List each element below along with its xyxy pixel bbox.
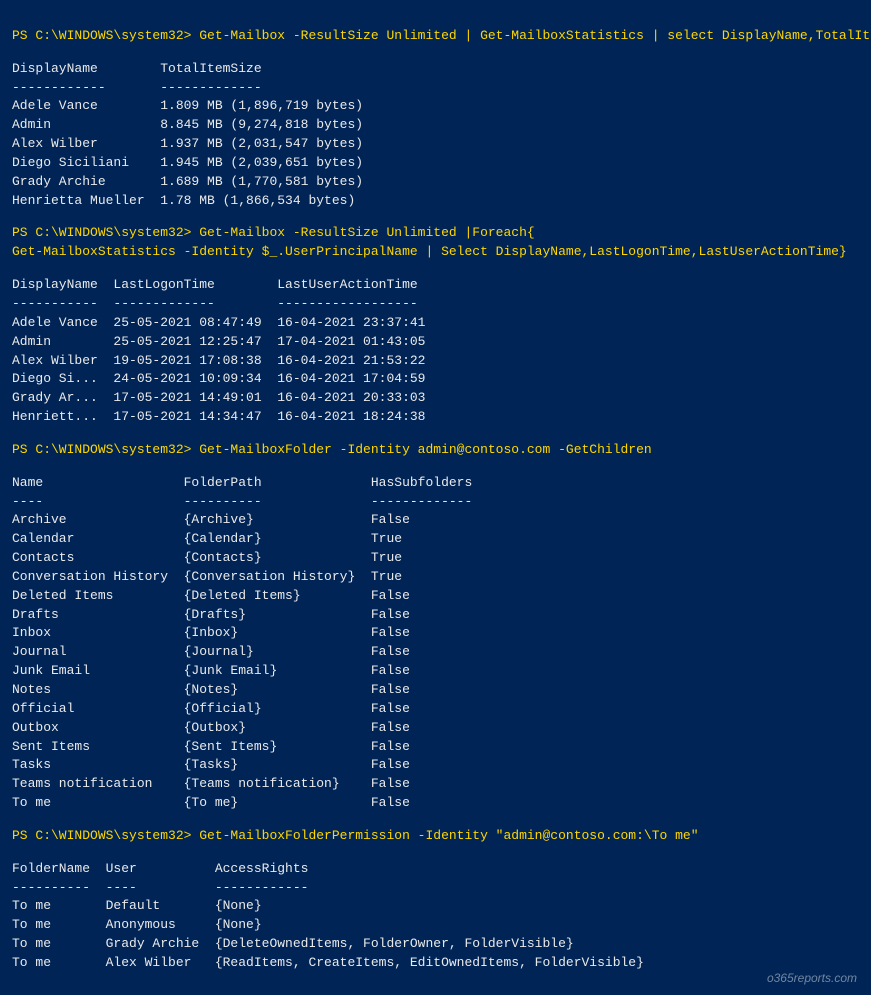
command-line-4: PS C:\WINDOWS\system32> Get-MailboxFolde… (12, 827, 859, 846)
table-row: To me {To me} False (12, 794, 859, 813)
table-row: Drafts {Drafts} False (12, 606, 859, 625)
table-header-3: Name FolderPath HasSubfolders (12, 474, 859, 493)
spacer (12, 846, 859, 860)
table-separator-1: ------------ ------------- (12, 79, 859, 98)
table-row: Diego Si... 24-05-2021 10:09:34 16-04-20… (12, 370, 859, 389)
spacer (12, 973, 859, 987)
table-separator-4: ---------- ---- ------------ (12, 879, 859, 898)
table-row: Sent Items {Sent Items} False (12, 738, 859, 757)
table-row: Adele Vance 1.809 MB (1,896,719 bytes) (12, 97, 859, 116)
table-row: Journal {Journal} False (12, 643, 859, 662)
table-row: Official {Official} False (12, 700, 859, 719)
spacer (12, 210, 859, 224)
table-row: Admin 25-05-2021 12:25:47 17-04-2021 01:… (12, 333, 859, 352)
table-header-4: FolderName User AccessRights (12, 860, 859, 879)
spacer (12, 262, 859, 276)
table-row: Deleted Items {Deleted Items} False (12, 587, 859, 606)
command-line-2: PS C:\WINDOWS\system32> Get-Mailbox -Res… (12, 224, 859, 262)
table-row: Inbox {Inbox} False (12, 624, 859, 643)
table-row: Notes {Notes} False (12, 681, 859, 700)
spacer (12, 460, 859, 474)
table-row: To me Alex Wilber {ReadItems, CreateItem… (12, 954, 859, 973)
table-separator-3: ---- ---------- ------------- (12, 493, 859, 512)
spacer (12, 427, 859, 441)
table-row: Diego Siciliani 1.945 MB (2,039,651 byte… (12, 154, 859, 173)
table-row: Calendar {Calendar} True (12, 530, 859, 549)
table-row: Admin 8.845 MB (9,274,818 bytes) (12, 116, 859, 135)
table-row: Henriett... 17-05-2021 14:34:47 16-04-20… (12, 408, 859, 427)
table-row: To me Default {None} (12, 897, 859, 916)
table-row: Alex Wilber 19-05-2021 17:08:38 16-04-20… (12, 352, 859, 371)
spacer (12, 46, 859, 60)
table-row: Grady Archie 1.689 MB (1,770,581 bytes) (12, 173, 859, 192)
table-row: Henrietta Mueller 1.78 MB (1,866,534 byt… (12, 192, 859, 211)
table-row: To me Anonymous {None} (12, 916, 859, 935)
table-row: Outbox {Outbox} False (12, 719, 859, 738)
table-row: Adele Vance 25-05-2021 08:47:49 16-04-20… (12, 314, 859, 333)
table-row: Archive {Archive} False (12, 511, 859, 530)
table-row: Tasks {Tasks} False (12, 756, 859, 775)
table-row: Grady Ar... 17-05-2021 14:49:01 16-04-20… (12, 389, 859, 408)
watermark-text: o365reports.com (767, 971, 857, 985)
command-line-1: PS C:\WINDOWS\system32> Get-Mailbox -Res… (12, 27, 859, 46)
table-header-1: DisplayName TotalItemSize (12, 60, 859, 79)
table-row: Contacts {Contacts} True (12, 549, 859, 568)
table-row: Alex Wilber 1.937 MB (2,031,547 bytes) (12, 135, 859, 154)
table-row: To me Grady Archie {DeleteOwnedItems, Fo… (12, 935, 859, 954)
table-row: Teams notification {Teams notification} … (12, 775, 859, 794)
table-row: Conversation History {Conversation Histo… (12, 568, 859, 587)
table-header-2: DisplayName LastLogonTime LastUserAction… (12, 276, 859, 295)
spacer (12, 813, 859, 827)
terminal: PS C:\WINDOWS\system32> Get-Mailbox -Res… (12, 8, 859, 987)
table-row: Junk Email {Junk Email} False (12, 662, 859, 681)
table-separator-2: ----------- ------------- --------------… (12, 295, 859, 314)
command-line-3: PS C:\WINDOWS\system32> Get-MailboxFolde… (12, 441, 859, 460)
